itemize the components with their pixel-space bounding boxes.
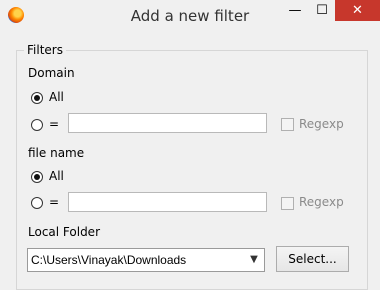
file-name-equals-label: = <box>49 195 60 209</box>
domain-all-label[interactable]: All <box>49 90 64 104</box>
domain-all-radio[interactable] <box>31 92 43 104</box>
maximize-button[interactable]: ☐ <box>309 0 335 21</box>
dialog-content: Filters Domain All = Regexp file name Al… <box>0 31 380 290</box>
local-folder-label: Local Folder <box>28 225 100 239</box>
file-name-all-radio[interactable] <box>31 171 43 183</box>
file-name-equals-radio[interactable] <box>31 197 43 209</box>
chevron-down-icon[interactable]: ▼ <box>247 251 261 269</box>
domain-regexp-checkbox[interactable] <box>281 118 294 131</box>
minimize-button[interactable]: — <box>282 0 308 21</box>
domain-label: Domain <box>28 66 75 80</box>
file-name-regexp-label: Regexp <box>299 195 344 209</box>
local-folder-combobox[interactable]: C:\Users\Vinayak\Downloads ▼ <box>27 248 265 272</box>
file-name-label: file name <box>28 146 85 160</box>
add-filter-dialog: Add a new filter — ☐ ✕ Filters Domain Al… <box>0 0 380 290</box>
domain-equals-label: = <box>49 117 60 131</box>
local-folder-value[interactable]: C:\Users\Vinayak\Downloads <box>31 253 186 267</box>
file-name-all-label[interactable]: All <box>49 169 64 183</box>
domain-regexp-label: Regexp <box>299 117 344 131</box>
select-folder-button[interactable]: Select... <box>276 246 349 272</box>
close-button[interactable]: ✕ <box>335 0 380 21</box>
filters-group-label: Filters <box>24 43 66 57</box>
file-name-input[interactable] <box>68 192 267 212</box>
file-name-regexp-checkbox[interactable] <box>281 197 294 210</box>
title-bar: Add a new filter — ☐ ✕ <box>0 0 380 32</box>
domain-input[interactable] <box>68 113 267 133</box>
domain-equals-radio[interactable] <box>31 119 43 131</box>
